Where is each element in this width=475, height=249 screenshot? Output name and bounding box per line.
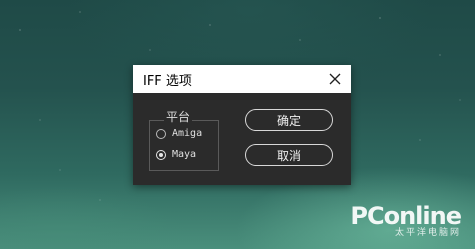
dialog-titlebar[interactable]: IFF 选项 xyxy=(133,65,351,93)
iff-options-dialog: IFF 选项 平台 Amiga Maya 确定 取消 xyxy=(133,65,351,185)
close-button[interactable] xyxy=(323,67,347,91)
watermark-subtitle: 太平洋电脑网 xyxy=(394,228,461,238)
dialog-title: IFF 选项 xyxy=(143,73,192,89)
ok-button[interactable]: 确定 xyxy=(245,109,333,131)
radio-label-maya: Maya xyxy=(172,149,197,160)
radio-option-maya[interactable]: Maya xyxy=(156,149,196,160)
platform-group-label: 平台 xyxy=(164,110,193,124)
radio-button-amiga[interactable] xyxy=(156,128,166,139)
watermark-logo: PConline xyxy=(350,202,462,230)
cancel-button[interactable]: 取消 xyxy=(245,144,333,166)
radio-label-amiga: Amiga xyxy=(172,128,203,139)
close-icon xyxy=(329,73,341,85)
pconline-watermark: PConline 太平洋电脑网 xyxy=(350,202,462,239)
radio-option-amiga[interactable]: Amiga xyxy=(156,128,202,139)
radio-button-maya[interactable] xyxy=(156,149,166,160)
